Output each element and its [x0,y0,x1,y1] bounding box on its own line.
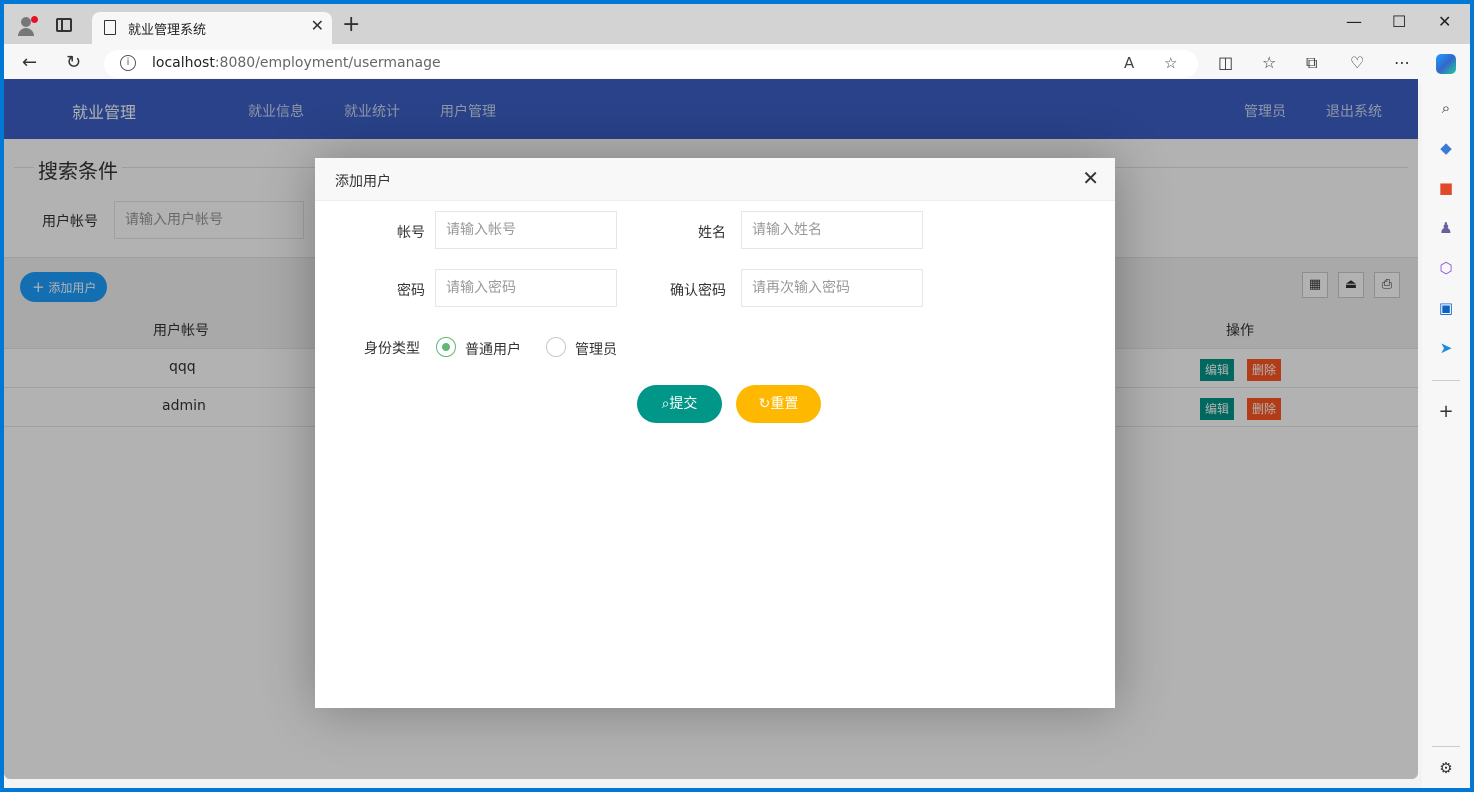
tab-title: 就业管理系统 [128,23,207,38]
submit-button[interactable]: ⌕提交 [637,385,722,423]
add-icon[interactable]: + [1436,402,1456,422]
name-input[interactable]: 请输入姓名 [741,211,923,249]
games-icon[interactable]: ♟ [1436,218,1456,238]
search-icon[interactable]: ⌕ [1436,98,1456,118]
sidebar-divider [1432,746,1460,747]
send-icon[interactable]: ➤ [1436,338,1456,358]
password-label: 密码 [397,283,425,299]
role-option-normal[interactable]: 普通用户 [465,339,521,359]
read-aloud-icon[interactable]: A [1124,54,1134,72]
password-input[interactable]: 请输入密码 [435,269,617,307]
browser-tab[interactable]: 就业管理系统 ✕ [92,12,332,44]
back-icon[interactable]: ← [22,54,37,72]
address-bar: ← ↻ i localhost:8080/employment/usermana… [4,44,1470,84]
maximize-icon[interactable]: ☐ [1392,12,1406,31]
collections-icon[interactable]: ⧉ [1306,55,1317,71]
refresh-icon: ↻ [758,396,771,412]
edge-sidebar: ⌕ ◆ ■ ♟ ⬡ ▣ ➤ + ⚙ [1422,44,1470,788]
browser-essentials-icon[interactable]: ♡ [1350,55,1364,71]
account-input[interactable]: 请输入帐号 [435,211,617,249]
role-radio-admin[interactable] [546,337,566,357]
dialog-header: 添加用户 ✕ [315,158,1115,201]
copilot-icon[interactable] [1436,54,1456,74]
sidebar-divider [1432,380,1460,381]
refresh-icon[interactable]: ↻ [66,54,81,72]
role-option-admin[interactable]: 管理员 [575,339,617,359]
tab-close-icon[interactable]: ✕ [311,18,324,34]
minimize-icon[interactable]: — [1346,12,1362,31]
tab-actions-icon[interactable] [56,18,72,32]
new-tab-icon[interactable]: + [342,14,360,36]
page-icon [104,20,116,35]
split-screen-icon[interactable]: ◫ [1218,55,1233,71]
role-radio-normal[interactable] [436,337,456,357]
outlook-icon[interactable]: ▣ [1436,298,1456,318]
tab-bar: 就业管理系统 ✕ + — ☐ ✕ [4,4,1470,44]
window-close-icon[interactable]: ✕ [1438,12,1451,31]
favorite-star-icon[interactable]: ☆ [1164,54,1177,72]
favorites-icon[interactable]: ☆ [1262,55,1276,71]
add-user-dialog: 添加用户 ✕ 帐号 请输入帐号 姓名 请输入姓名 密码 请输入密码 确认密码 请… [315,158,1115,708]
reset-button[interactable]: ↻重置 [736,385,821,423]
url-text: localhost:8080/employment/usermanage [152,55,441,71]
close-icon[interactable]: ✕ [1082,168,1099,188]
dialog-title: 添加用户 [335,174,391,190]
more-icon[interactable]: ⋯ [1394,55,1410,71]
info-icon[interactable]: i [120,55,136,71]
shopping-tag-icon[interactable]: ◆ [1436,138,1456,158]
profile-icon[interactable] [16,16,38,36]
url-field[interactable]: i localhost:8080/employment/usermanage A… [104,50,1198,78]
role-label: 身份类型 [364,341,420,357]
office-icon[interactable]: ⬡ [1436,258,1456,278]
tools-icon[interactable]: ■ [1436,178,1456,198]
account-label: 帐号 [397,225,425,241]
confirm-password-input[interactable]: 请再次输入密码 [741,269,923,307]
name-label: 姓名 [698,225,726,241]
settings-gear-icon[interactable]: ⚙ [1436,758,1456,778]
confirm-password-label: 确认密码 [670,283,726,299]
